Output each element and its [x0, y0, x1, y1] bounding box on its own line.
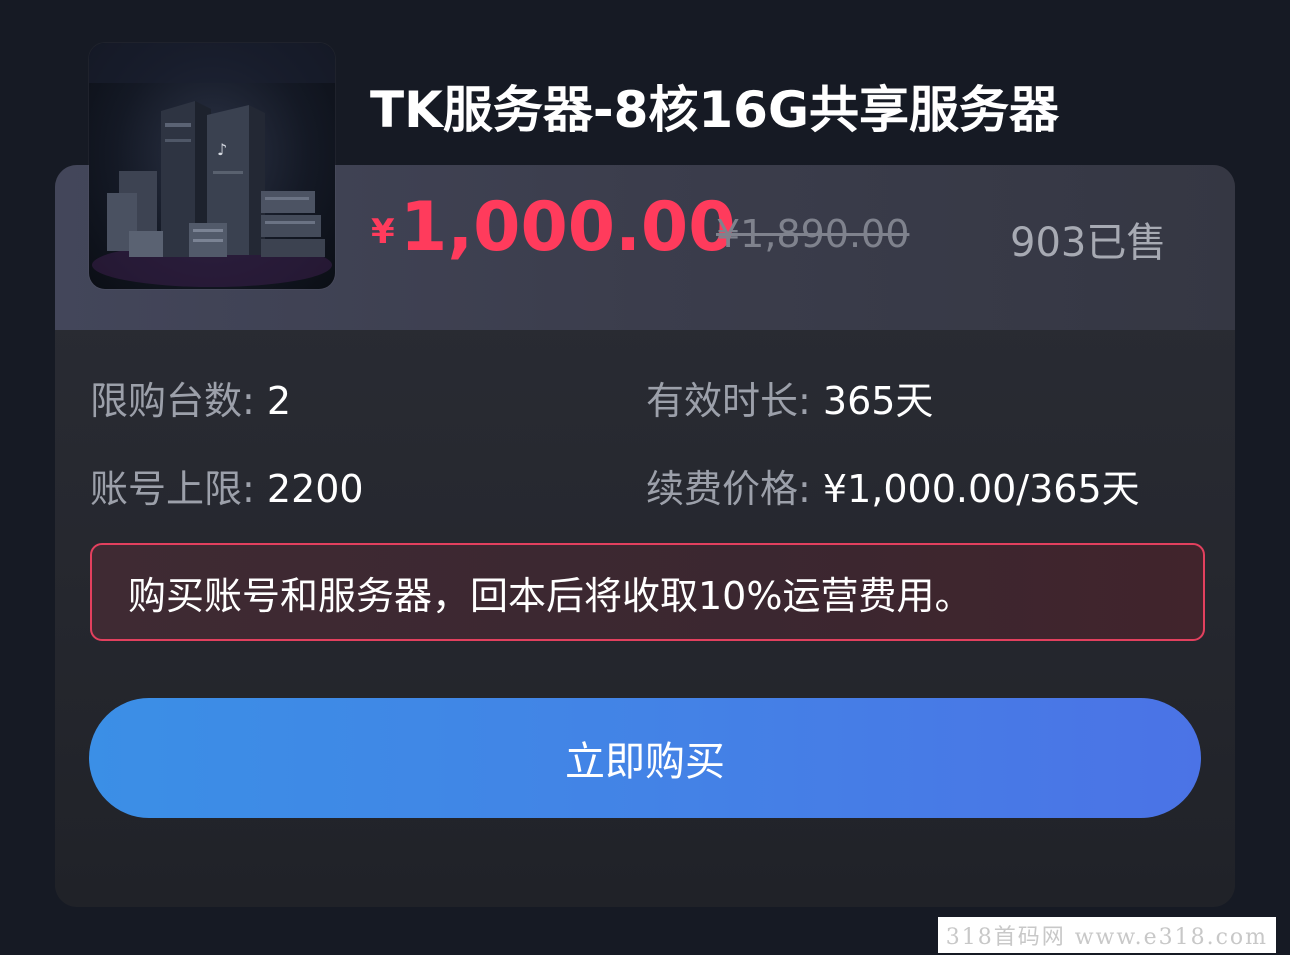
spec-label: 账号上限: — [90, 467, 255, 511]
server-illustration: ♪ — [89, 43, 335, 287]
fee-notice: 购买账号和服务器，回本后将收取10%运营费用。 — [90, 543, 1205, 641]
original-price: ¥1,890.00 — [716, 212, 910, 256]
product-page: ♪ TK服务器-8核16G共享服务器 ¥ 1,000.00 ¥1,890.00 … — [0, 0, 1290, 955]
spec-label: 续费价格: — [646, 467, 811, 511]
spec-duration: 有效时长: 365天 — [646, 370, 933, 425]
spec-label: 有效时长: — [646, 379, 811, 423]
site-watermark: 318首码网 www.e318.com — [937, 917, 1276, 953]
spec-purchase-limit: 限购台数: 2 — [90, 370, 291, 425]
svg-text:♪: ♪ — [217, 140, 227, 159]
product-title: TK服务器-8核16G共享服务器 — [370, 81, 1060, 139]
spec-account-limit: 账号上限: 2200 — [90, 458, 364, 513]
spec-renewal-price: 续费价格: ¥1,000.00/365天 — [646, 458, 1140, 513]
buy-now-button[interactable]: 立即购买 — [89, 698, 1201, 818]
price-currency: ¥ — [371, 212, 395, 252]
server-rack-image: ♪ — [89, 43, 335, 289]
spec-value: 2200 — [266, 467, 364, 511]
spec-value: ¥1,000.00/365天 — [822, 467, 1140, 511]
spec-value: 2 — [266, 379, 292, 423]
spec-label: 限购台数: — [90, 379, 255, 423]
sold-count: 903已售 — [1010, 220, 1167, 266]
spec-value: 365天 — [822, 379, 934, 423]
current-price: 1,000.00 — [400, 188, 736, 267]
